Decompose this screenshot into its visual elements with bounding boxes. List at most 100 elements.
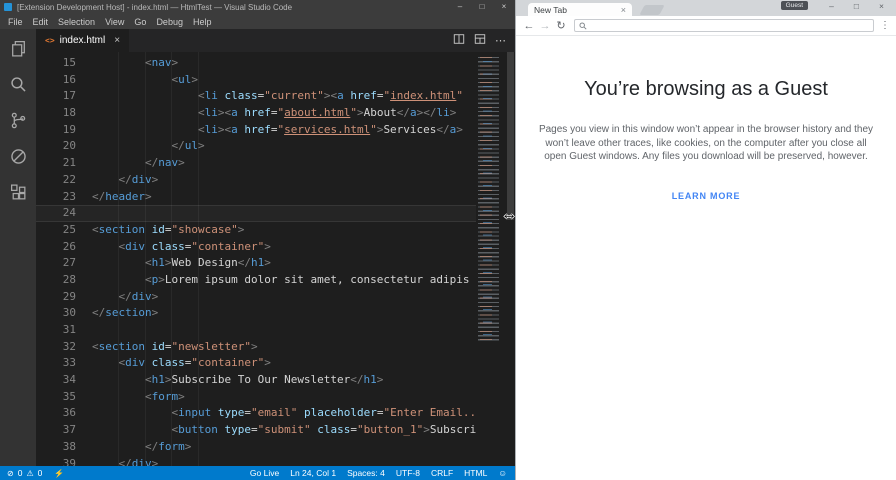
- menu-debug[interactable]: Debug: [151, 17, 188, 27]
- menu-go[interactable]: Go: [129, 17, 151, 27]
- line-number: 20: [62, 139, 76, 153]
- line-number: 17: [62, 89, 76, 103]
- code-line-20[interactable]: 20 </ul>: [36, 138, 515, 155]
- code-line-25[interactable]: 25 <section id="showcase">: [36, 222, 515, 239]
- vscode-window: [Extension Development Host] - index.htm…: [0, 0, 515, 480]
- code-line-37[interactable]: 37 <button type="submit" class="button_1…: [36, 422, 515, 439]
- more-actions-icon[interactable]: ⋯: [495, 34, 506, 47]
- code-line-39[interactable]: 39 </div>: [36, 456, 515, 467]
- browser-tab-close-icon[interactable]: ×: [621, 5, 626, 15]
- line-number: 27: [62, 256, 76, 270]
- browser-menu-icon[interactable]: ⋮: [879, 20, 891, 31]
- editor-layout-icon[interactable]: [474, 33, 486, 48]
- guest-profile-badge: Guest: [780, 1, 808, 10]
- status-ln-24-col-1[interactable]: Ln 24, Col 1: [290, 468, 336, 478]
- code-line-21[interactable]: 21 </nav>: [36, 155, 515, 172]
- code-line-24[interactable]: 24: [36, 205, 515, 222]
- browser-minimize-button[interactable]: –: [819, 0, 844, 13]
- menu-edit[interactable]: Edit: [28, 17, 54, 27]
- warnings-icon[interactable]: ⚠: [26, 469, 33, 478]
- new-tab-button[interactable]: [639, 5, 665, 15]
- code-line-15[interactable]: 15 <nav>: [36, 55, 515, 72]
- errors-icon[interactable]: ⊘: [7, 469, 14, 478]
- status-crlf[interactable]: CRLF: [431, 468, 453, 478]
- code-line-27[interactable]: 27 <h1>Web Design</h1>: [36, 255, 515, 272]
- vscode-logo-icon: [4, 3, 12, 11]
- debug-icon[interactable]: [9, 147, 28, 166]
- minimap[interactable]: [476, 52, 506, 466]
- tab-close-icon[interactable]: ×: [114, 35, 120, 46]
- code-line-34[interactable]: 34 <h1>Subscribe To Our Newsletter</h1>: [36, 372, 515, 389]
- search-icon[interactable]: [9, 75, 28, 94]
- errors-count[interactable]: 0: [18, 468, 23, 478]
- editor-scrollbar[interactable]: [506, 52, 515, 466]
- screen: [Extension Development Host] - index.htm…: [0, 0, 896, 480]
- back-button[interactable]: ←: [521, 20, 537, 32]
- menu-view[interactable]: View: [100, 17, 129, 27]
- status-utf-8[interactable]: UTF-8: [396, 468, 420, 478]
- extensions-icon[interactable]: [9, 183, 28, 202]
- line-number: 37: [62, 423, 76, 437]
- menu-help[interactable]: Help: [188, 17, 217, 27]
- line-number: 22: [62, 172, 76, 186]
- code-line-18[interactable]: 18 <li><a href="about.html">About</a></l…: [36, 105, 515, 122]
- learn-more-link[interactable]: LEARN MORE: [672, 191, 741, 201]
- line-number: 21: [62, 156, 76, 170]
- omnibox-search-icon: [579, 21, 587, 30]
- feedback-smiley-icon[interactable]: ☺: [498, 468, 507, 478]
- code-line-22[interactable]: 22 </div>: [36, 172, 515, 189]
- menu-selection[interactable]: Selection: [53, 17, 100, 27]
- code-line-35[interactable]: 35 <form>: [36, 389, 515, 406]
- warnings-count[interactable]: 0: [38, 468, 43, 478]
- line-number: 35: [62, 389, 76, 403]
- line-number: 36: [62, 406, 76, 420]
- status-right-items: Go Live Ln 24, Col 1 Spaces: 4 UTF-8 CRLF HTM…: [250, 468, 487, 478]
- line-number: 15: [62, 56, 76, 69]
- status-html[interactable]: HTML: [464, 468, 487, 478]
- bolt-icon[interactable]: ⚡: [54, 469, 64, 478]
- line-number: 28: [62, 272, 76, 286]
- activity-bar: [0, 29, 36, 466]
- minimize-button[interactable]: –: [449, 0, 471, 14]
- code-line-38[interactable]: 38 </form>: [36, 439, 515, 456]
- vscode-window-controls: – □ ×: [449, 0, 515, 14]
- code-editor[interactable]: 15 <nav> 16 <ul> 17 <li class="current"><a…: [36, 52, 515, 466]
- indent-guide: [118, 52, 119, 466]
- line-number: 16: [62, 72, 76, 86]
- code-line-29[interactable]: 29 </div>: [36, 289, 515, 306]
- close-button[interactable]: ×: [493, 0, 515, 14]
- code-line-33[interactable]: 33 <div class="container">: [36, 355, 515, 372]
- address-bar[interactable]: [574, 19, 874, 32]
- menu-bar: File Edit Selection View Go Debug Help: [0, 14, 515, 29]
- forward-button[interactable]: →: [537, 20, 553, 32]
- browser-close-button[interactable]: ×: [869, 0, 894, 13]
- browser-maximize-button[interactable]: □: [844, 0, 869, 13]
- guest-page: You’re browsing as a Guest Pages you vie…: [516, 36, 896, 480]
- code-line-19[interactable]: 19 <li><a href="services.html">Services<…: [36, 122, 515, 139]
- code-line-16[interactable]: 16 <ul>: [36, 72, 515, 89]
- status-spaces-4[interactable]: Spaces: 4: [347, 468, 385, 478]
- code-line-23[interactable]: 23 </header>: [36, 189, 515, 206]
- browser-tab-new-tab[interactable]: New Tab ×: [528, 3, 632, 16]
- menu-file[interactable]: File: [3, 17, 28, 27]
- explorer-icon[interactable]: [9, 39, 28, 58]
- status-go-live[interactable]: Go Live: [250, 468, 279, 478]
- refresh-button[interactable]: ↻: [553, 19, 569, 32]
- line-number: 34: [62, 373, 76, 387]
- maximize-button[interactable]: □: [471, 0, 493, 14]
- code-line-17[interactable]: 17 <li class="current"><a href="index.ht…: [36, 88, 515, 105]
- browser-window: New Tab × Guest – □ × ← → ↻ ⋮ You’re bro…: [515, 0, 896, 480]
- code-line-31[interactable]: 31: [36, 322, 515, 339]
- code-line-26[interactable]: 26 <div class="container">: [36, 239, 515, 256]
- code-line-30[interactable]: 30 </section>: [36, 305, 515, 322]
- source-control-icon[interactable]: [9, 111, 28, 130]
- code-line-32[interactable]: 32 <section id="newsletter">: [36, 339, 515, 356]
- tab-index-html[interactable]: <> index.html ×: [36, 29, 130, 52]
- code-line-36[interactable]: 36 <input type="email" placeholder="Ente…: [36, 405, 515, 422]
- html-file-icon: <>: [45, 36, 55, 45]
- split-editor-icon[interactable]: [453, 33, 465, 48]
- vscode-titlebar: [Extension Development Host] - index.htm…: [0, 0, 515, 14]
- code-line-28[interactable]: 28 <p>Lorem ipsum dolor sit amet, consec…: [36, 272, 515, 289]
- line-number: 38: [62, 439, 76, 453]
- line-number: 25: [62, 222, 76, 236]
